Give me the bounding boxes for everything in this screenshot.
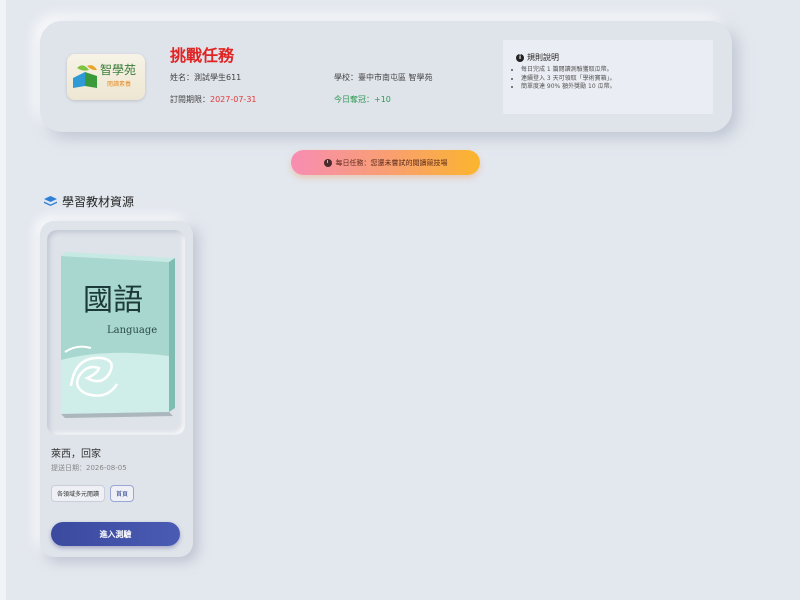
book-cover[interactable]: 國語 Language: [47, 230, 185, 435]
page-title: 挑戰任務: [170, 46, 235, 65]
section-title: 學習教材資源: [44, 193, 134, 210]
logo-title: 智學苑: [100, 63, 137, 77]
daily-task-text: 每日任務：您還未嘗試的閱讀競技場: [335, 158, 448, 167]
logo-subtitle: 閱讀素養: [107, 81, 132, 88]
book-title: 萊西，回家: [51, 449, 101, 460]
layers-icon: [44, 195, 57, 206]
brand-logo[interactable]: 智學苑 閱讀素養: [67, 54, 145, 100]
page-edge: [0, 0, 6, 600]
rule-item: 簡單度達 90% 額外獎勵 10 瓜幣。: [521, 83, 616, 92]
book-cover-illustration: 國語 Language: [61, 252, 175, 418]
subscription-expiry: 訂閱期限：2027-07-31: [170, 94, 257, 105]
today-points: 今日奪冠：+10: [334, 94, 391, 105]
book-card[interactable]: 國語 Language 萊西，回家 提送日期：2026-08-05 各領域多元閱…: [40, 221, 193, 557]
header-card: 智學苑 閱讀素養 挑戰任務 姓名：測試學生611 學校：臺中市南屯區 智學苑 訂…: [40, 21, 732, 132]
info-icon: i: [516, 53, 524, 62]
school-value: 臺中市南屯區 智學苑: [358, 73, 433, 82]
enter-quiz-button[interactable]: 進入測驗: [51, 522, 180, 546]
subscription-label: 訂閱期限：: [170, 95, 210, 104]
daily-task-banner[interactable]: 每日任務：您還未嘗試的閱讀競技場: [291, 150, 480, 175]
book-leaf-icon: [73, 65, 97, 88]
cover-title: 國語: [83, 283, 143, 318]
rules-title-text: 規則說明: [527, 53, 559, 62]
rule-item: 連續登入 3 天可領取「學術寶箱」。: [521, 75, 616, 84]
clock-icon: [323, 158, 332, 167]
rules-list: 每日完成 1 篇閱讀測驗獲取瓜幣。 連續登入 3 天可領取「學術寶箱」。 簡單度…: [511, 66, 616, 92]
section-title-text: 學習教材資源: [62, 195, 135, 209]
today-points-value: +10: [374, 95, 391, 104]
tag[interactable]: 各領域多元閱讀: [51, 485, 106, 502]
school-name: 學校：臺中市南屯區 智學苑: [334, 72, 433, 83]
rule-item: 每日完成 1 篇閱讀測驗獲取瓜幣。: [521, 66, 616, 75]
rules-title: i 規則說明: [516, 52, 559, 63]
student-name: 姓名：測試學生611: [170, 72, 241, 83]
book-date: 提送日期：2026-08-05: [51, 464, 127, 472]
school-label: 學校：: [334, 73, 358, 82]
book-tags: 各領域多元閱讀 首頁: [51, 485, 135, 502]
student-name-value: 測試學生611: [194, 73, 242, 82]
rules-panel: i 規則說明 每日完成 1 篇閱讀測驗獲取瓜幣。 連續登入 3 天可領取「學術寶…: [503, 40, 713, 114]
cover-subtitle: Language: [107, 325, 157, 336]
student-name-label: 姓名：: [170, 73, 194, 82]
subscription-value: 2027-07-31: [210, 95, 257, 104]
tag[interactable]: 首頁: [110, 485, 135, 502]
today-points-label: 今日奪冠：: [334, 95, 374, 104]
